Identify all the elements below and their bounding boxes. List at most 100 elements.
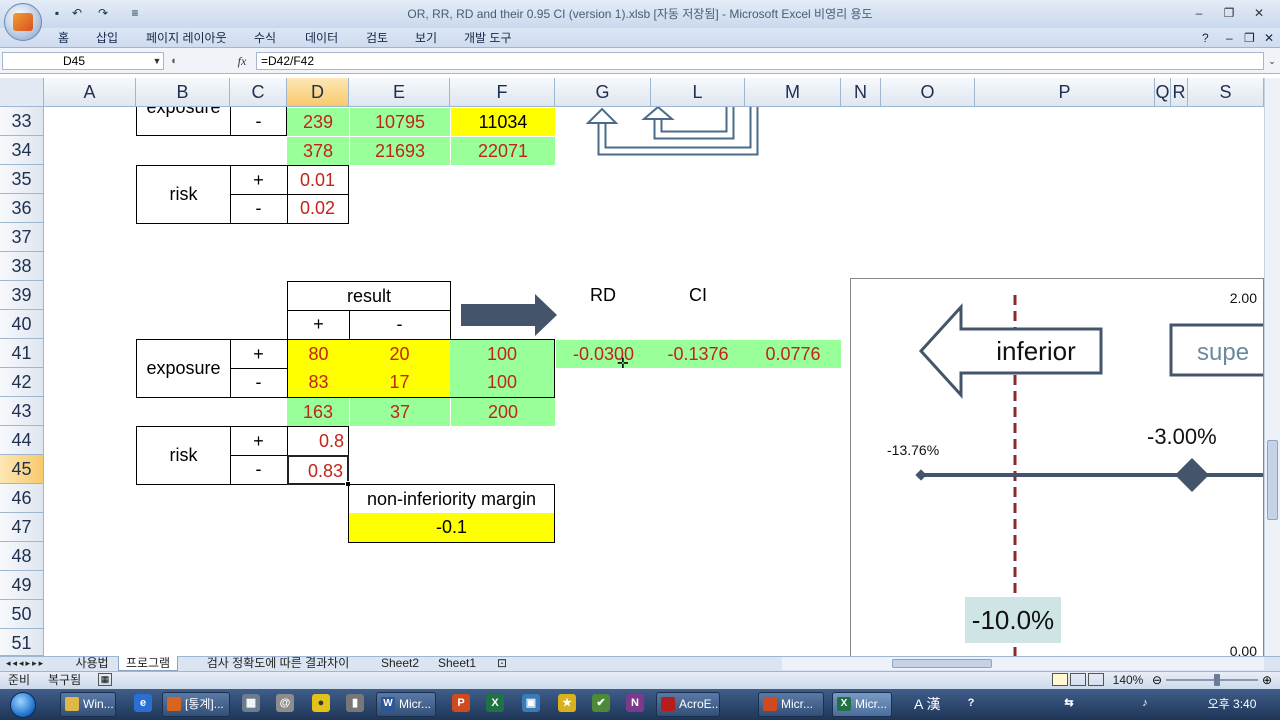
zoom-slider-thumb[interactable] xyxy=(1214,674,1220,686)
cell-e47[interactable]: -0.1 xyxy=(348,513,555,543)
cell-c41[interactable]: + xyxy=(230,339,288,369)
non-inferiority-chart[interactable]: inferior supe -13.76% -3.00% -10.0% 2.00… xyxy=(850,278,1264,658)
row-header[interactable]: 44 xyxy=(0,426,44,455)
row-header[interactable]: 33 xyxy=(0,107,44,136)
onenote-icon[interactable]: N xyxy=(626,694,644,712)
restore-icon[interactable]: ❐ xyxy=(1220,5,1238,21)
cell-c42[interactable]: - xyxy=(230,368,288,398)
insert-function-icon[interactable]: fx xyxy=(232,52,252,70)
insert-sheet-icon[interactable]: ⊡ xyxy=(494,656,510,671)
row-header[interactable]: 46 xyxy=(0,484,44,513)
cell-d39-result-header[interactable]: result xyxy=(287,281,451,311)
sheet-nav-arrows-icon[interactable]: ◂◂◂▸▸▸ xyxy=(6,656,62,671)
tab-formulas[interactable]: 수식 xyxy=(254,28,276,48)
column-header-o[interactable]: O xyxy=(881,78,975,107)
row-header[interactable]: 39 xyxy=(0,281,44,310)
sheet-tab-usage[interactable]: 사용법 xyxy=(68,656,116,671)
cell-e42[interactable]: 17 xyxy=(349,368,451,398)
cell-g39[interactable]: RD xyxy=(555,281,651,310)
column-header-p[interactable]: P xyxy=(975,78,1155,107)
network-icon[interactable]: ⇆ xyxy=(1060,694,1078,712)
close-icon[interactable]: ✕ xyxy=(1250,5,1268,21)
row-header[interactable]: 42 xyxy=(0,368,44,397)
row-header[interactable]: 49 xyxy=(0,571,44,600)
cell-f33[interactable]: 11034 xyxy=(451,108,555,136)
row-header[interactable]: 48 xyxy=(0,542,44,571)
office-button[interactable] xyxy=(4,3,42,41)
cell-l39[interactable]: CI xyxy=(651,281,745,310)
start-button[interactable] xyxy=(2,689,42,720)
cell-c44[interactable]: + xyxy=(230,426,288,456)
row-header[interactable]: 40 xyxy=(0,310,44,339)
tray-clock[interactable]: 오후 3:40 xyxy=(1196,694,1268,714)
volume-icon[interactable]: ♪ xyxy=(1136,694,1154,712)
tab-review[interactable]: 검토 xyxy=(366,28,388,48)
column-header-a[interactable]: A xyxy=(44,78,136,107)
chat-icon[interactable]: ● xyxy=(312,694,330,712)
page-break-view-icon[interactable] xyxy=(1088,673,1104,686)
tab-insert[interactable]: 삽입 xyxy=(96,28,118,48)
row-header[interactable]: 34 xyxy=(0,136,44,165)
cell-e46[interactable]: non-inferiority margin xyxy=(348,484,555,514)
ribbon-close-icon[interactable]: ✕ xyxy=(1264,28,1274,48)
column-header-r[interactable]: R xyxy=(1171,78,1188,107)
zoom-level[interactable]: 140% xyxy=(1108,672,1148,688)
cell-d33[interactable]: 239 xyxy=(287,108,349,136)
cell-f41[interactable]: 100 xyxy=(450,339,555,369)
cell-e40[interactable]: - xyxy=(349,310,451,340)
ime-indicator[interactable]: A 漢 xyxy=(914,694,954,714)
cell-b35[interactable]: risk xyxy=(136,165,231,224)
notepad-icon[interactable]: ▮ xyxy=(346,694,364,712)
vertical-scrollbar[interactable] xyxy=(1264,78,1280,656)
column-header-g[interactable]: G xyxy=(555,78,651,107)
column-header-l[interactable]: L xyxy=(651,78,745,107)
zoom-out-icon[interactable]: ⊖ xyxy=(1150,672,1164,688)
taskbar-acrobat[interactable]: AcroE... xyxy=(656,692,720,717)
ribbon-minimize-icon[interactable]: – xyxy=(1226,28,1233,48)
column-header-b[interactable]: B xyxy=(136,78,230,107)
formula-bar-expand-icon[interactable]: ◖ xyxy=(170,52,184,70)
cell-e34[interactable]: 21693 xyxy=(350,137,450,165)
cell-d34[interactable]: 378 xyxy=(287,137,349,165)
star-icon[interactable]: ★ xyxy=(558,694,576,712)
row-header-selected[interactable]: 45 xyxy=(0,455,44,484)
tab-developer[interactable]: 개발 도구 xyxy=(464,28,512,48)
taskbar-firefox[interactable]: [통계]... xyxy=(162,692,230,717)
cell-d42[interactable]: 83 xyxy=(287,368,350,398)
customize-qat-icon[interactable]: ≡ xyxy=(128,6,142,20)
tab-view[interactable]: 보기 xyxy=(415,28,437,48)
row-header[interactable]: 43 xyxy=(0,397,44,426)
horizontal-scrollbar[interactable] xyxy=(782,657,1264,670)
cell-c35[interactable]: + xyxy=(230,165,288,195)
minimize-icon[interactable]: – xyxy=(1190,5,1208,21)
calculator-icon[interactable]: ▦ xyxy=(242,694,260,712)
macro-record-icon[interactable]: ▦ xyxy=(98,673,112,686)
tab-data[interactable]: 데이터 xyxy=(305,28,338,48)
help-icon[interactable]: ? xyxy=(1202,28,1209,48)
cell-d44[interactable]: 0.8 xyxy=(287,426,349,456)
taskbar-word[interactable]: W Micr... xyxy=(376,692,436,717)
column-header-c[interactable]: C xyxy=(230,78,287,107)
undo-icon[interactable]: ↶ xyxy=(70,6,84,20)
cell-c45[interactable]: - xyxy=(230,455,288,485)
cell-c36[interactable]: - xyxy=(230,194,288,224)
cell-b41[interactable]: exposure xyxy=(136,339,231,398)
cell-b44[interactable]: risk xyxy=(136,426,231,485)
save-icon[interactable]: ▪ xyxy=(50,6,64,20)
cell-b33[interactable]: exposure xyxy=(136,107,230,136)
cell-d45-selected[interactable]: 0.83 xyxy=(287,455,349,485)
cell-g41[interactable]: -0.0300 xyxy=(556,340,651,368)
taskbar-explorer[interactable]: Win... xyxy=(60,692,116,717)
sheet-tab-sheet2[interactable]: Sheet2 xyxy=(374,656,426,671)
sheet-tab-program-active[interactable]: 프로그램 xyxy=(118,656,178,671)
row-header[interactable]: 47 xyxy=(0,513,44,542)
internet-explorer-icon[interactable]: e xyxy=(134,694,152,712)
column-header-s[interactable]: S xyxy=(1188,78,1264,107)
column-header-m[interactable]: M xyxy=(745,78,841,107)
row-header[interactable]: 36 xyxy=(0,194,44,223)
row-header[interactable]: 35 xyxy=(0,165,44,194)
column-header-n[interactable]: N xyxy=(841,78,881,107)
cell-e43[interactable]: 37 xyxy=(350,398,450,426)
cell-f43[interactable]: 200 xyxy=(451,398,555,426)
formula-expand-icon[interactable]: ⌄ xyxy=(1266,52,1278,70)
